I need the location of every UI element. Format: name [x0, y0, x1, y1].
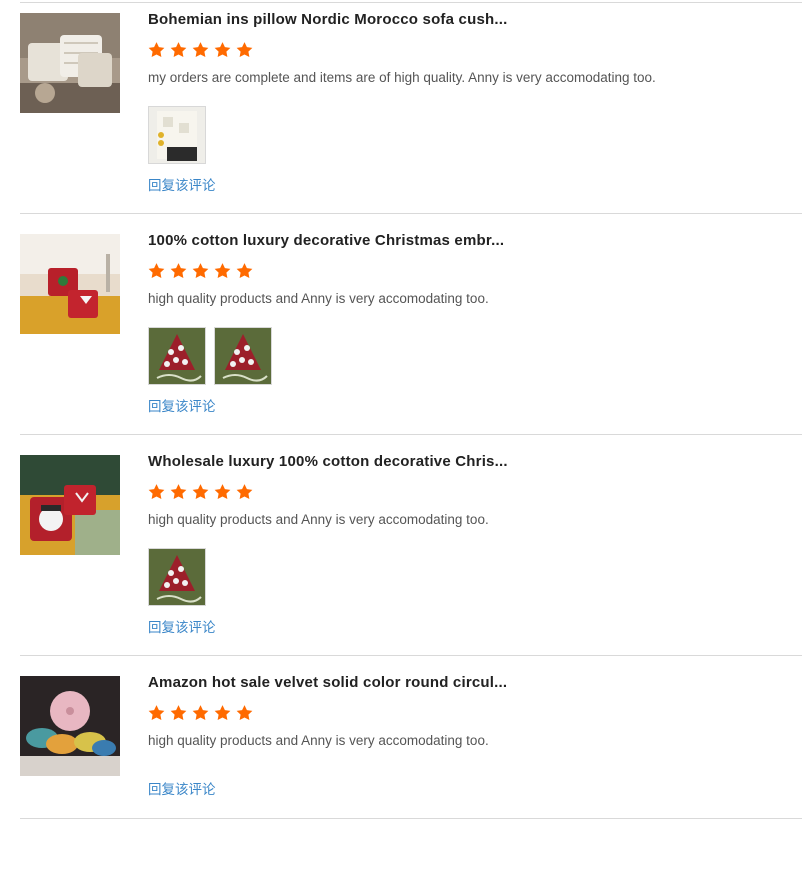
review-photos	[148, 106, 206, 164]
reply-link[interactable]: 回复该评论	[148, 778, 216, 798]
christmas-tree-pillow-photo[interactable]	[148, 327, 206, 385]
star-rating	[147, 41, 254, 59]
star-rating	[147, 483, 254, 501]
star-icon	[236, 484, 253, 500]
star-icon	[148, 705, 165, 721]
star-icon	[192, 42, 209, 58]
star-icon	[192, 263, 209, 279]
star-icon	[214, 484, 231, 500]
star-rating	[147, 262, 254, 280]
boho-pillow-product-image[interactable]	[20, 13, 120, 113]
divider	[20, 818, 802, 819]
review-item: Amazon hot sale velvet solid color round…	[0, 666, 802, 887]
round-velvet-cushion-product-image[interactable]	[20, 676, 120, 776]
divider	[20, 434, 802, 435]
boho-pillow-photo[interactable]	[148, 106, 206, 164]
star-icon	[236, 263, 253, 279]
star-icon	[236, 705, 253, 721]
reply-link[interactable]: 回复该评论	[148, 174, 216, 194]
star-icon	[170, 263, 187, 279]
star-icon	[214, 42, 231, 58]
star-icon	[170, 705, 187, 721]
divider	[20, 655, 802, 656]
star-icon	[170, 42, 187, 58]
product-title[interactable]: Amazon hot sale velvet solid color round…	[148, 674, 507, 691]
review-comment: high quality products and Anny is very a…	[148, 733, 489, 748]
star-icon	[148, 42, 165, 58]
christmas-tree-pillow-photo[interactable]	[214, 327, 272, 385]
divider	[20, 213, 802, 214]
review-comment: high quality products and Anny is very a…	[148, 512, 489, 527]
star-icon	[148, 484, 165, 500]
star-icon	[192, 705, 209, 721]
review-item: Bohemian ins pillow Nordic Morocco sofa …	[0, 3, 802, 224]
review-comment: high quality products and Anny is very a…	[148, 291, 489, 306]
star-rating	[147, 704, 254, 722]
review-item: Wholesale luxury 100% cotton decorative …	[0, 445, 802, 666]
christmas-tree-pillow-photo[interactable]	[148, 548, 206, 606]
reply-link[interactable]: 回复该评论	[148, 395, 216, 415]
review-photos	[148, 327, 272, 385]
star-icon	[170, 484, 187, 500]
star-icon	[214, 705, 231, 721]
star-icon	[192, 484, 209, 500]
product-title[interactable]: Bohemian ins pillow Nordic Morocco sofa …	[148, 11, 507, 28]
review-photos	[148, 548, 206, 606]
star-icon	[214, 263, 231, 279]
christmas-pillow-product-image[interactable]	[20, 234, 120, 334]
product-title[interactable]: 100% cotton luxury decorative Christmas …	[148, 232, 504, 249]
star-icon	[236, 42, 253, 58]
snowman-pillow-product-image[interactable]	[20, 455, 120, 555]
product-title[interactable]: Wholesale luxury 100% cotton decorative …	[148, 453, 508, 470]
review-comment: my orders are complete and items are of …	[148, 70, 656, 85]
star-icon	[148, 263, 165, 279]
reply-link[interactable]: 回复该评论	[148, 616, 216, 636]
review-item: 100% cotton luxury decorative Christmas …	[0, 224, 802, 445]
